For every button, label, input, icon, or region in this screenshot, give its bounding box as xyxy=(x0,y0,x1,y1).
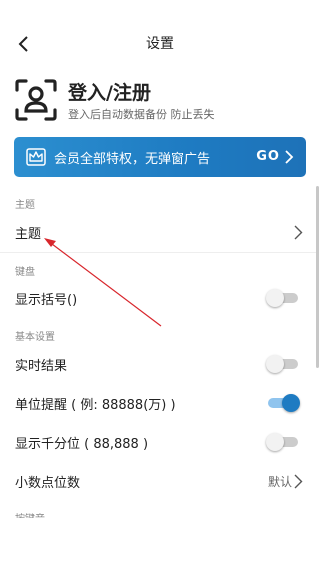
row-theme[interactable]: 主题 xyxy=(0,214,316,250)
row-brackets[interactable]: 显示括号() xyxy=(0,280,316,316)
row-unit[interactable]: 单位提醒 ( 例: 88888(万) ) xyxy=(0,385,316,421)
section-theme: 主题 xyxy=(15,200,35,211)
row-decimal-value: 默认 xyxy=(267,475,292,489)
banner-text: 会员全部特权，无弹窗广告 xyxy=(54,152,211,167)
user-scan-icon xyxy=(15,79,57,121)
brackets-toggle[interactable] xyxy=(266,289,298,307)
chevron-right-icon xyxy=(285,150,294,164)
chevron-right-icon xyxy=(294,474,303,489)
thousands-toggle[interactable] xyxy=(266,433,298,451)
row-decimal[interactable]: 小数点位数 默认 xyxy=(0,463,316,499)
row-realtime-label: 实时结果 xyxy=(15,359,68,374)
realtime-toggle[interactable] xyxy=(266,355,298,373)
vip-banner[interactable]: 会员全部特权，无弹窗广告 GO xyxy=(14,137,306,177)
page-title: 设置 xyxy=(146,36,174,52)
divider xyxy=(0,252,316,253)
login-card[interactable]: 登入/注册 登入后自动数据备份 防止丢失 xyxy=(14,78,314,128)
chevron-right-icon xyxy=(294,225,303,240)
crown-icon xyxy=(26,148,46,166)
row-thousands[interactable]: 显示千分位 ( 88,888 ) xyxy=(0,424,316,460)
section-keypress: 按键音 xyxy=(15,510,45,518)
unit-toggle[interactable] xyxy=(268,394,300,412)
row-theme-label: 主题 xyxy=(15,227,42,242)
login-subtitle: 登入后自动数据备份 防止丢失 xyxy=(68,108,215,121)
login-title[interactable]: 登入/注册 xyxy=(68,78,151,105)
banner-go-label[interactable]: GO xyxy=(256,149,280,164)
section-keyboard: 键盘 xyxy=(15,267,35,278)
scrollbar[interactable] xyxy=(316,186,319,368)
row-thousands-label: 显示千分位 ( 88,888 ) xyxy=(15,437,149,452)
top-bar: 设置 xyxy=(0,0,320,86)
row-brackets-label: 显示括号() xyxy=(15,293,78,308)
row-unit-label: 单位提醒 ( 例: 88888(万) ) xyxy=(15,398,176,413)
row-realtime[interactable]: 实时结果 xyxy=(0,346,316,382)
section-basic: 基本设置 xyxy=(15,332,55,343)
row-decimal-label: 小数点位数 xyxy=(15,476,81,491)
